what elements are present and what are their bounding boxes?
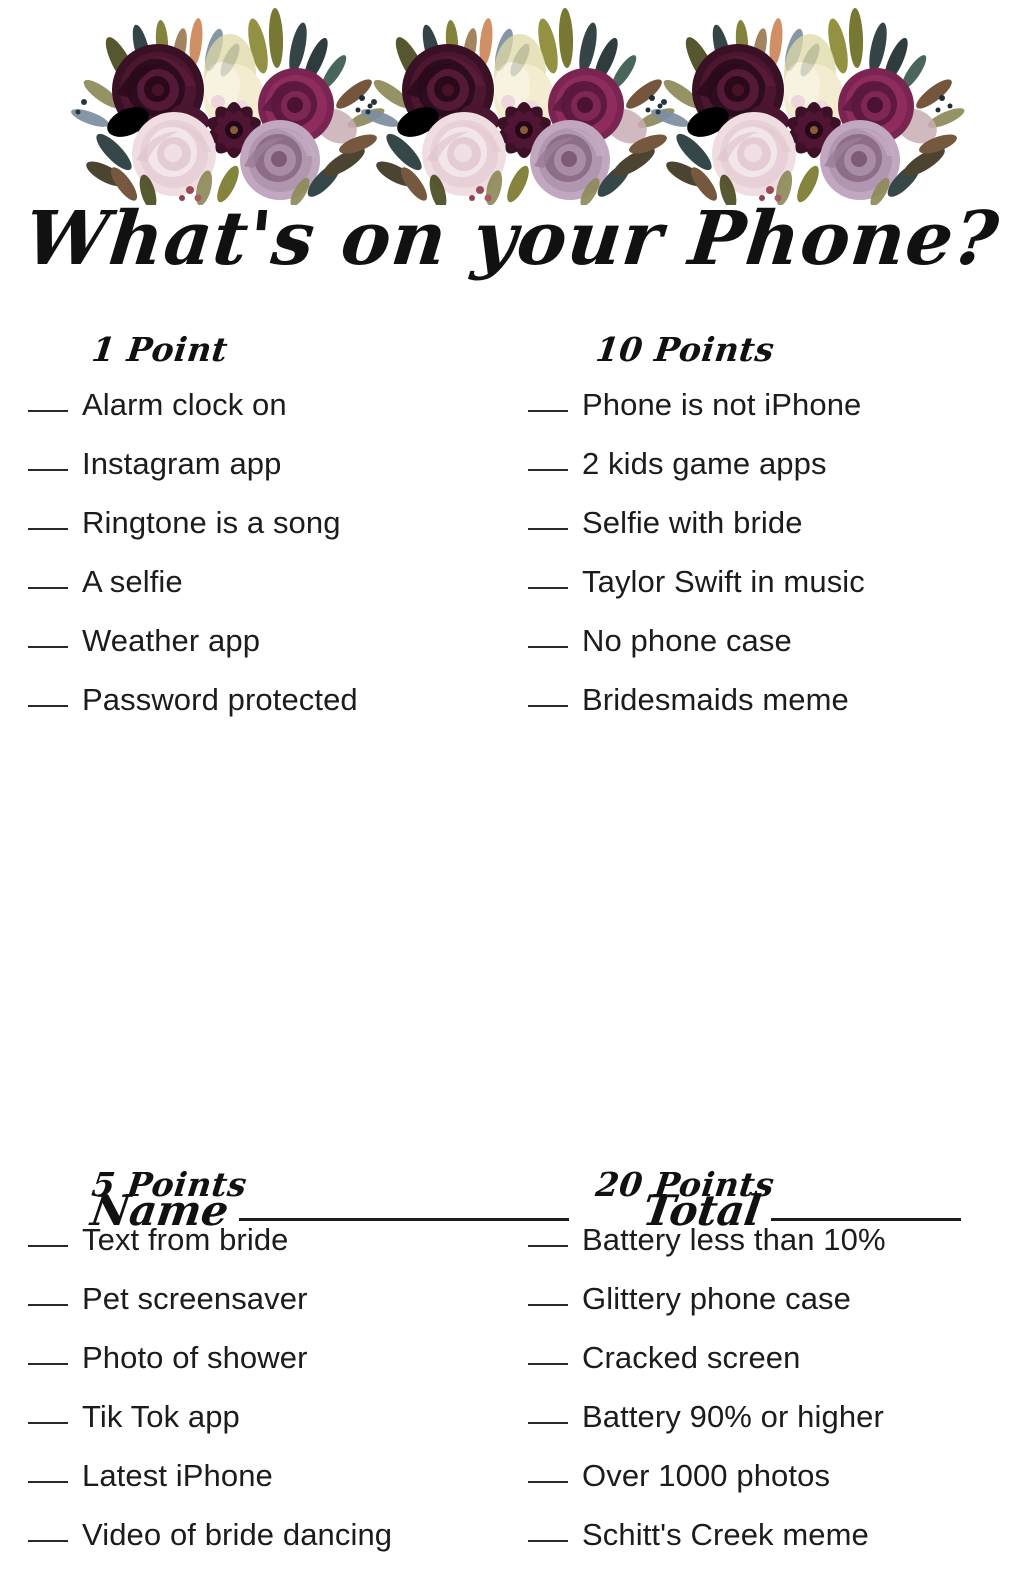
item-label: Alarm clock on [82, 387, 287, 422]
section-heading-1-point: 1 Point [89, 330, 231, 369]
list-item[interactable]: Password protected [28, 682, 528, 741]
item-label: Over 1000 photos [582, 1458, 831, 1493]
item-label: Instagram app [82, 446, 282, 481]
blank-line[interactable] [28, 1363, 68, 1365]
name-field-group[interactable]: Name [88, 1186, 569, 1235]
list-item[interactable]: Video of bride dancing [28, 1517, 528, 1576]
item-label: Selfie with bride [582, 505, 803, 540]
item-label: Schitt's Creek meme [582, 1517, 869, 1552]
item-label: Tik Tok app [82, 1399, 240, 1434]
item-list-20-points: Battery less than 10% Glittery phone cas… [528, 1222, 1024, 1576]
blank-line[interactable] [28, 646, 68, 648]
item-label: Video of bride dancing [82, 1517, 393, 1552]
list-item[interactable]: Pet screensaver [28, 1281, 528, 1340]
list-item[interactable]: Latest iPhone [28, 1458, 528, 1517]
page-title: What's on your Phone? [20, 196, 1004, 282]
item-label: Phone is not iPhone [582, 387, 862, 422]
list-item[interactable]: Cracked screen [528, 1340, 1024, 1399]
list-item[interactable]: Selfie with bride [528, 505, 1024, 564]
item-label: Battery 90% or higher [582, 1399, 884, 1434]
item-list-1-point: Alarm clock on Instagram app Ringtone is… [28, 387, 528, 741]
blank-line[interactable] [528, 410, 568, 412]
blank-line[interactable] [28, 469, 68, 471]
blank-line[interactable] [28, 528, 68, 530]
blank-line[interactable] [528, 646, 568, 648]
total-field-group[interactable]: Total [640, 1186, 962, 1235]
list-item[interactable]: Tik Tok app [28, 1399, 528, 1458]
list-item[interactable]: Bridesmaids meme [528, 682, 1024, 741]
blank-line[interactable] [28, 587, 68, 589]
item-label: Bridesmaids meme [582, 682, 849, 717]
floral-motif-1 [69, 7, 387, 205]
blank-line[interactable] [28, 1304, 68, 1306]
list-item[interactable]: Battery 90% or higher [528, 1399, 1024, 1458]
section-heading-10-points: 10 Points [593, 330, 777, 369]
list-item[interactable]: Schitt's Creek meme [528, 1517, 1024, 1576]
list-item[interactable]: Instagram app [28, 446, 528, 505]
column-right: 10 Points Phone is not iPhone 2 kids gam… [528, 330, 1024, 1552]
item-label: Password protected [82, 682, 358, 717]
list-item[interactable]: Phone is not iPhone [528, 387, 1024, 446]
item-label: Ringtone is a song [82, 505, 341, 540]
blank-line[interactable] [28, 410, 68, 412]
floral-motif-3 [649, 7, 967, 205]
total-input-line[interactable] [771, 1218, 962, 1221]
blank-line[interactable] [528, 469, 568, 471]
section-10-points: 10 Points Phone is not iPhone 2 kids gam… [528, 330, 1024, 741]
list-item[interactable]: Glittery phone case [528, 1281, 1024, 1340]
item-label: Photo of shower [82, 1340, 308, 1375]
item-label: Taylor Swift in music [582, 564, 865, 599]
item-label: Latest iPhone [82, 1458, 273, 1493]
list-item[interactable]: Taylor Swift in music [528, 564, 1024, 623]
list-item[interactable]: Photo of shower [28, 1340, 528, 1399]
item-label: Pet screensaver [82, 1281, 308, 1316]
list-item[interactable]: Over 1000 photos [528, 1458, 1024, 1517]
list-item[interactable]: 2 kids game apps [528, 446, 1024, 505]
blank-line[interactable] [528, 1304, 568, 1306]
blank-line[interactable] [528, 528, 568, 530]
list-item[interactable]: No phone case [528, 623, 1024, 682]
blank-line[interactable] [528, 1540, 568, 1542]
game-sheet: 1 Point Alarm clock on Instagram app Rin… [0, 330, 1024, 1552]
item-label: No phone case [582, 623, 792, 658]
section-1-point: 1 Point Alarm clock on Instagram app Rin… [28, 330, 528, 741]
item-list-5-points: Text from bride Pet screensaver Photo of… [28, 1222, 528, 1576]
list-item[interactable]: Alarm clock on [28, 387, 528, 446]
item-list-10-points: Phone is not iPhone 2 kids game apps Sel… [528, 387, 1024, 741]
list-item[interactable]: A selfie [28, 564, 528, 623]
blank-line[interactable] [528, 705, 568, 707]
name-input-line[interactable] [238, 1218, 569, 1221]
footer: Name Total [0, 1186, 1024, 1256]
floral-motif-2 [359, 7, 677, 205]
blank-line[interactable] [528, 587, 568, 589]
item-label: Cracked screen [582, 1340, 801, 1375]
list-item[interactable]: Weather app [28, 623, 528, 682]
item-label: Weather app [82, 623, 261, 658]
floral-header-band [0, 0, 1024, 205]
blank-line[interactable] [28, 1422, 68, 1424]
blank-line[interactable] [28, 705, 68, 707]
blank-line[interactable] [528, 1481, 568, 1483]
list-item[interactable]: Ringtone is a song [28, 505, 528, 564]
total-label: Total [640, 1186, 764, 1235]
blank-line[interactable] [28, 1540, 68, 1542]
blank-line[interactable] [528, 1363, 568, 1365]
column-left: 1 Point Alarm clock on Instagram app Rin… [28, 330, 528, 1552]
item-label: A selfie [82, 564, 183, 599]
blank-line[interactable] [28, 1481, 68, 1483]
name-label: Name [88, 1186, 232, 1235]
blank-line[interactable] [528, 1422, 568, 1424]
item-label: 2 kids game apps [582, 446, 827, 481]
item-label: Glittery phone case [582, 1281, 851, 1316]
